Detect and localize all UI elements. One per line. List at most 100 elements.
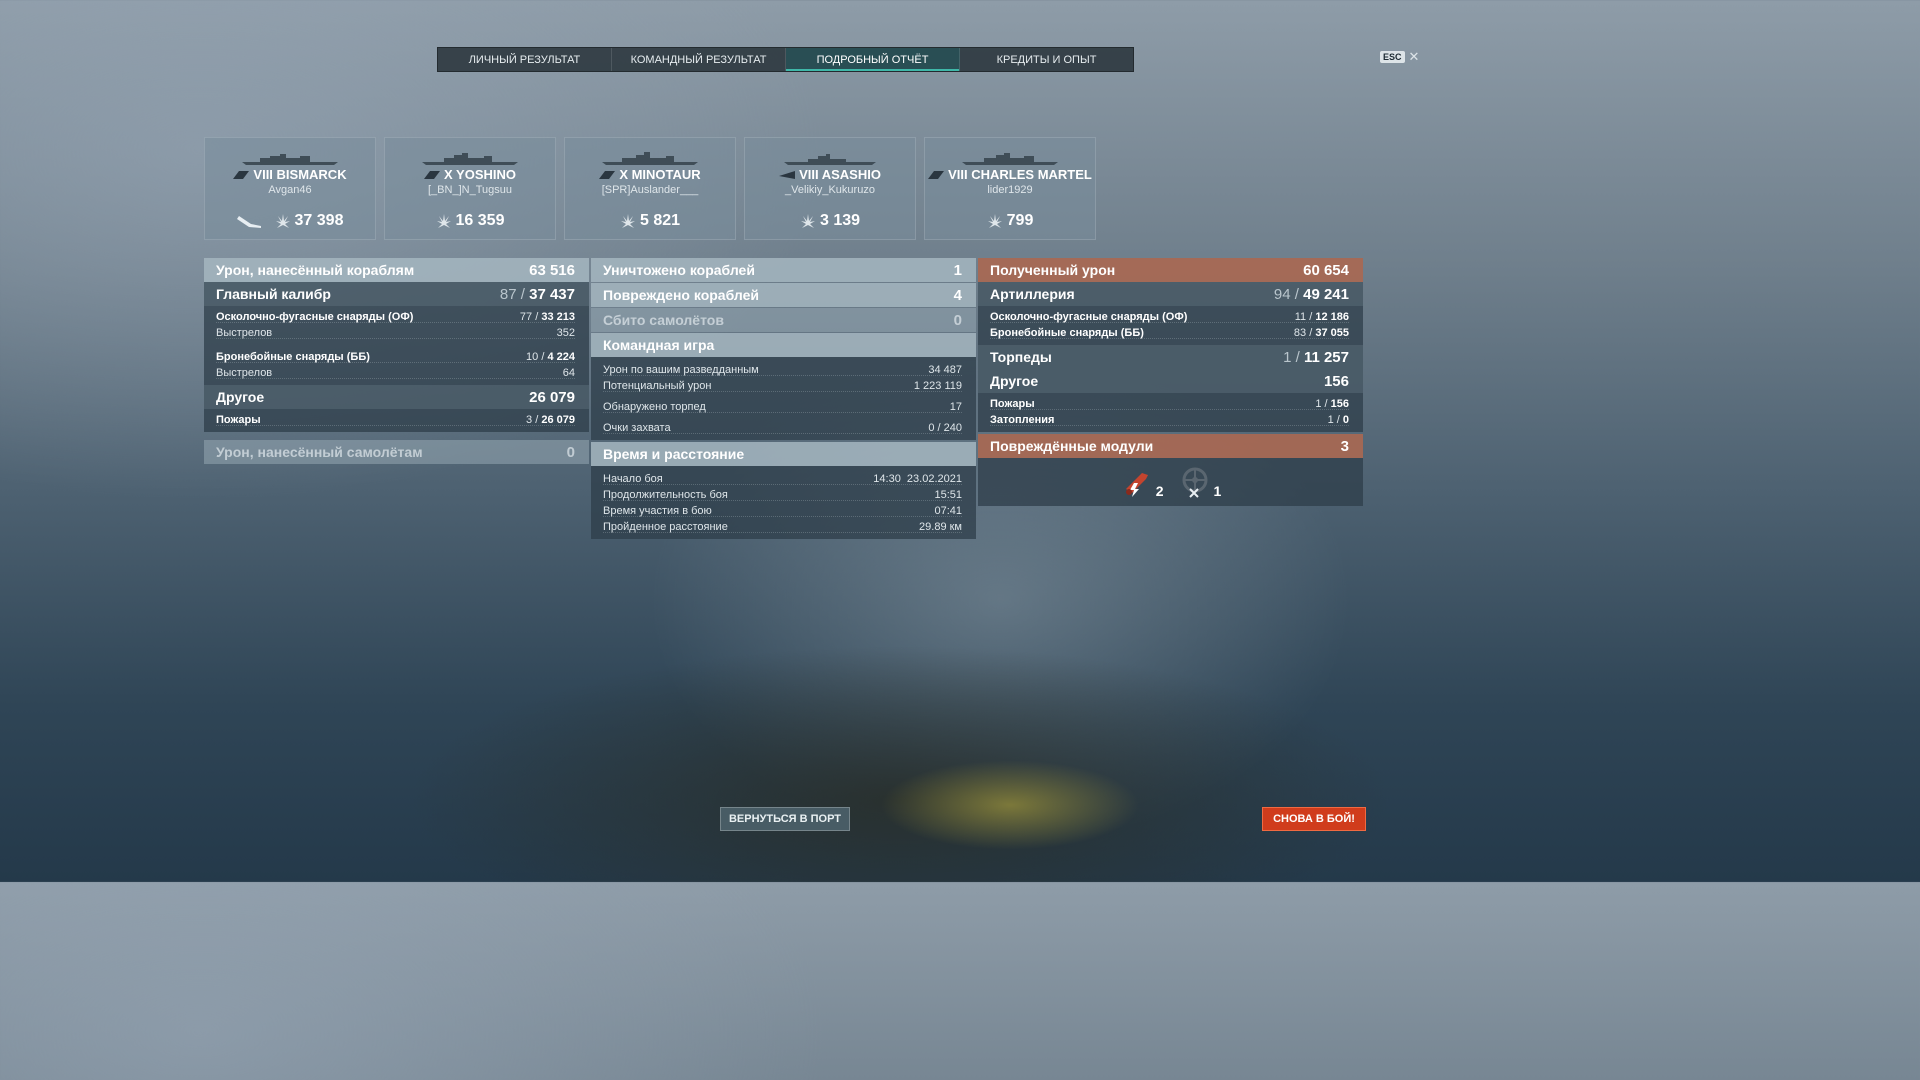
torpedoes-spotted-row: Обнаружено торпед 17	[591, 399, 976, 415]
player-name: Avgan46	[268, 184, 312, 196]
received-ap-row: Бронебойные снаряды (ББ) 83 / 37 055	[978, 325, 1363, 341]
received-damage-label: Полученный урон	[990, 262, 1116, 278]
ship-damage-value: 799	[1006, 212, 1034, 229]
ship-silhouette-icon	[784, 154, 876, 165]
received-damage-header: Полученный урон 60 654	[978, 258, 1363, 282]
he-shells-hits: 77	[519, 311, 533, 323]
results-tabs: ЛИЧНЫЙ РЕЗУЛЬТАТ КОМАНДНЫЙ РЕЗУЛЬТАТ ПОД…	[437, 47, 1134, 72]
damaged-label: Повреждено кораблей	[603, 287, 759, 303]
other-damage-value: 26 079	[529, 388, 575, 406]
ship-damage-value: 16 359	[455, 212, 505, 229]
potential-damage-row: Потенциальный урон 1 223 119	[591, 378, 976, 394]
damage-burst-icon	[275, 214, 290, 228]
battle-again-button[interactable]: СНОВА В БОЙ!	[1262, 807, 1366, 831]
other-damage-details: Пожары 3 / 26 079	[204, 409, 589, 432]
ship-silhouette-icon	[242, 154, 338, 165]
torpedoes-label: Торпеды	[990, 349, 1052, 365]
esc-key-hint: ESC	[1380, 51, 1405, 63]
destroyed-ships-header: Уничтожено кораблей 1	[591, 258, 976, 282]
he-shots-value: 352	[556, 327, 575, 339]
potential-damage-value: 1 223 119	[913, 380, 962, 392]
ship-silhouette-icon	[422, 153, 518, 165]
main-battery-value: 37 437	[529, 285, 575, 303]
ship-name: X YOSHINO	[443, 167, 516, 182]
close-button[interactable]: ESC ✕	[1380, 49, 1419, 65]
gun-damage-icon	[1125, 473, 1148, 497]
ap-shells-label: Бронебойные снаряды (ББ)	[216, 351, 370, 363]
received-damage-value: 60 654	[1303, 261, 1349, 279]
damaged-ships-header: Повреждено кораблей 4	[591, 283, 976, 307]
received-ap-value: 37 055	[1315, 327, 1349, 339]
player-name: [_BN_]N_Tugsuu	[428, 184, 512, 196]
flooding-value: 0	[1342, 414, 1349, 426]
cruiser-icon	[423, 170, 440, 179]
time-distance-details: Начало боя 14:30 23.02.2021 Продолжитель…	[591, 466, 976, 539]
battle-duration-row: Продолжительность боя 15:51	[591, 487, 976, 503]
participation-time-row: Время участия в бою 07:41	[591, 503, 976, 519]
damage-burst-icon	[800, 214, 815, 228]
torpedoes-value: 11 257	[1303, 348, 1349, 366]
ap-shots-value: 64	[562, 367, 575, 379]
received-fires-hits: 1	[1315, 398, 1322, 410]
received-he-row: Осколочно-фугасные снаряды (ОФ) 11 / 12 …	[978, 309, 1363, 325]
main-battery-label: Главный калибр	[216, 286, 331, 302]
received-ap-label: Бронебойные снаряды (ББ)	[990, 327, 1144, 339]
damage-burst-icon	[436, 214, 451, 228]
steering-damage-icon	[1182, 467, 1207, 498]
ap-shells-row: Бронебойные снаряды (ББ) 10 / 4 224	[204, 349, 589, 365]
damaged-modules-list: 2 1	[978, 458, 1363, 506]
potential-damage-label: Потенциальный урон	[603, 380, 712, 392]
time-distance-header: Время и расстояние	[591, 442, 976, 466]
artillery-hits: 94	[1273, 285, 1291, 303]
ship-damage-value: 5 821	[639, 212, 681, 229]
plane-damage-header: Урон, нанесённый самолётам 0	[204, 440, 589, 464]
damaged-modules-header: Повреждённые модули 3	[978, 434, 1363, 458]
tab-team-result[interactable]: КОМАНДНЫЙ РЕЗУЛЬТАТ	[612, 48, 786, 71]
ap-shells-hits: 10	[526, 351, 539, 363]
torpedoes-spotted-value: 17	[949, 401, 962, 413]
damaged-modules-value: 3	[1340, 437, 1349, 455]
team-play-details: Урон по вашим разведданным 34 487 Потенц…	[591, 357, 976, 440]
battle-start-value: 14:30 23.02.2021	[873, 473, 962, 485]
participation-time-value: 07:41	[934, 505, 962, 517]
he-shells-value: 33 213	[541, 311, 575, 323]
fires-hits: 3	[526, 414, 533, 426]
ship-damage-value: 3 139	[819, 212, 861, 229]
damage-burst-icon	[987, 214, 1002, 228]
module-count: 1	[1213, 483, 1222, 499]
he-shots-label: Выстрелов	[216, 327, 273, 339]
tab-credits-xp[interactable]: КРЕДИТЫ И ОПЫТ	[960, 48, 1133, 71]
received-fires-row: Пожары 1 / 156	[978, 396, 1363, 412]
received-he-value: 12 186	[1315, 311, 1349, 323]
torpedoes-spotted-label: Обнаружено торпед	[603, 401, 706, 413]
tab-personal-result[interactable]: ЛИЧНЫЙ РЕЗУЛЬТАТ	[438, 48, 612, 71]
return-to-port-button[interactable]: ВЕРНУТЬСЯ В ПОРТ	[720, 807, 850, 831]
received-other-label: Другое	[990, 373, 1039, 389]
ship-silhouette-icon	[602, 152, 698, 165]
module-count: 2	[1155, 483, 1164, 499]
tab-detailed-report[interactable]: ПОДРОБНЫЙ ОТЧЁТ	[786, 48, 960, 71]
capture-points-value: 0 / 240	[928, 422, 962, 434]
spot-damage-value: 34 487	[928, 364, 962, 376]
damage-received-panel: Полученный урон 60 654 Артиллерия 94 / 4…	[978, 258, 1363, 506]
destroyer-icon	[779, 170, 796, 179]
he-shells-row: Осколочно-фугасные снаряды (ОФ) 77 / 33 …	[204, 309, 589, 325]
torpedoes-header: Торпеды 1 / 11 257	[978, 345, 1363, 369]
main-battery-header: Главный калибр 87 / 37 437	[204, 282, 589, 306]
destroyed-label: Уничтожено кораблей	[603, 262, 755, 278]
capture-points-row: Очки захвата 0 / 240	[591, 420, 976, 436]
artillery-header: Артиллерия 94 / 49 241	[978, 282, 1363, 306]
close-icon[interactable]: ✕	[1409, 49, 1420, 65]
he-shells-label: Осколочно-фугасные снаряды (ОФ)	[216, 311, 414, 323]
flooding-hits: 1	[1327, 414, 1334, 426]
planes-shot-header: Сбито самолётов 0	[591, 308, 976, 332]
player-name: _Velikiy_Kukuruzo	[785, 184, 875, 196]
ap-shots-row: Выстрелов 64	[204, 365, 589, 381]
distance-label: Пройденное расстояние	[603, 521, 728, 533]
spot-damage-row: Урон по вашим разведданным 34 487	[591, 362, 976, 378]
flooding-label: Затопления	[990, 414, 1055, 426]
ship-damage-value: 63 516	[529, 261, 575, 279]
damaged-value: 4	[953, 286, 962, 304]
planes-shot-label: Сбито самолётов	[603, 312, 724, 328]
module-item: 1	[1178, 465, 1222, 499]
